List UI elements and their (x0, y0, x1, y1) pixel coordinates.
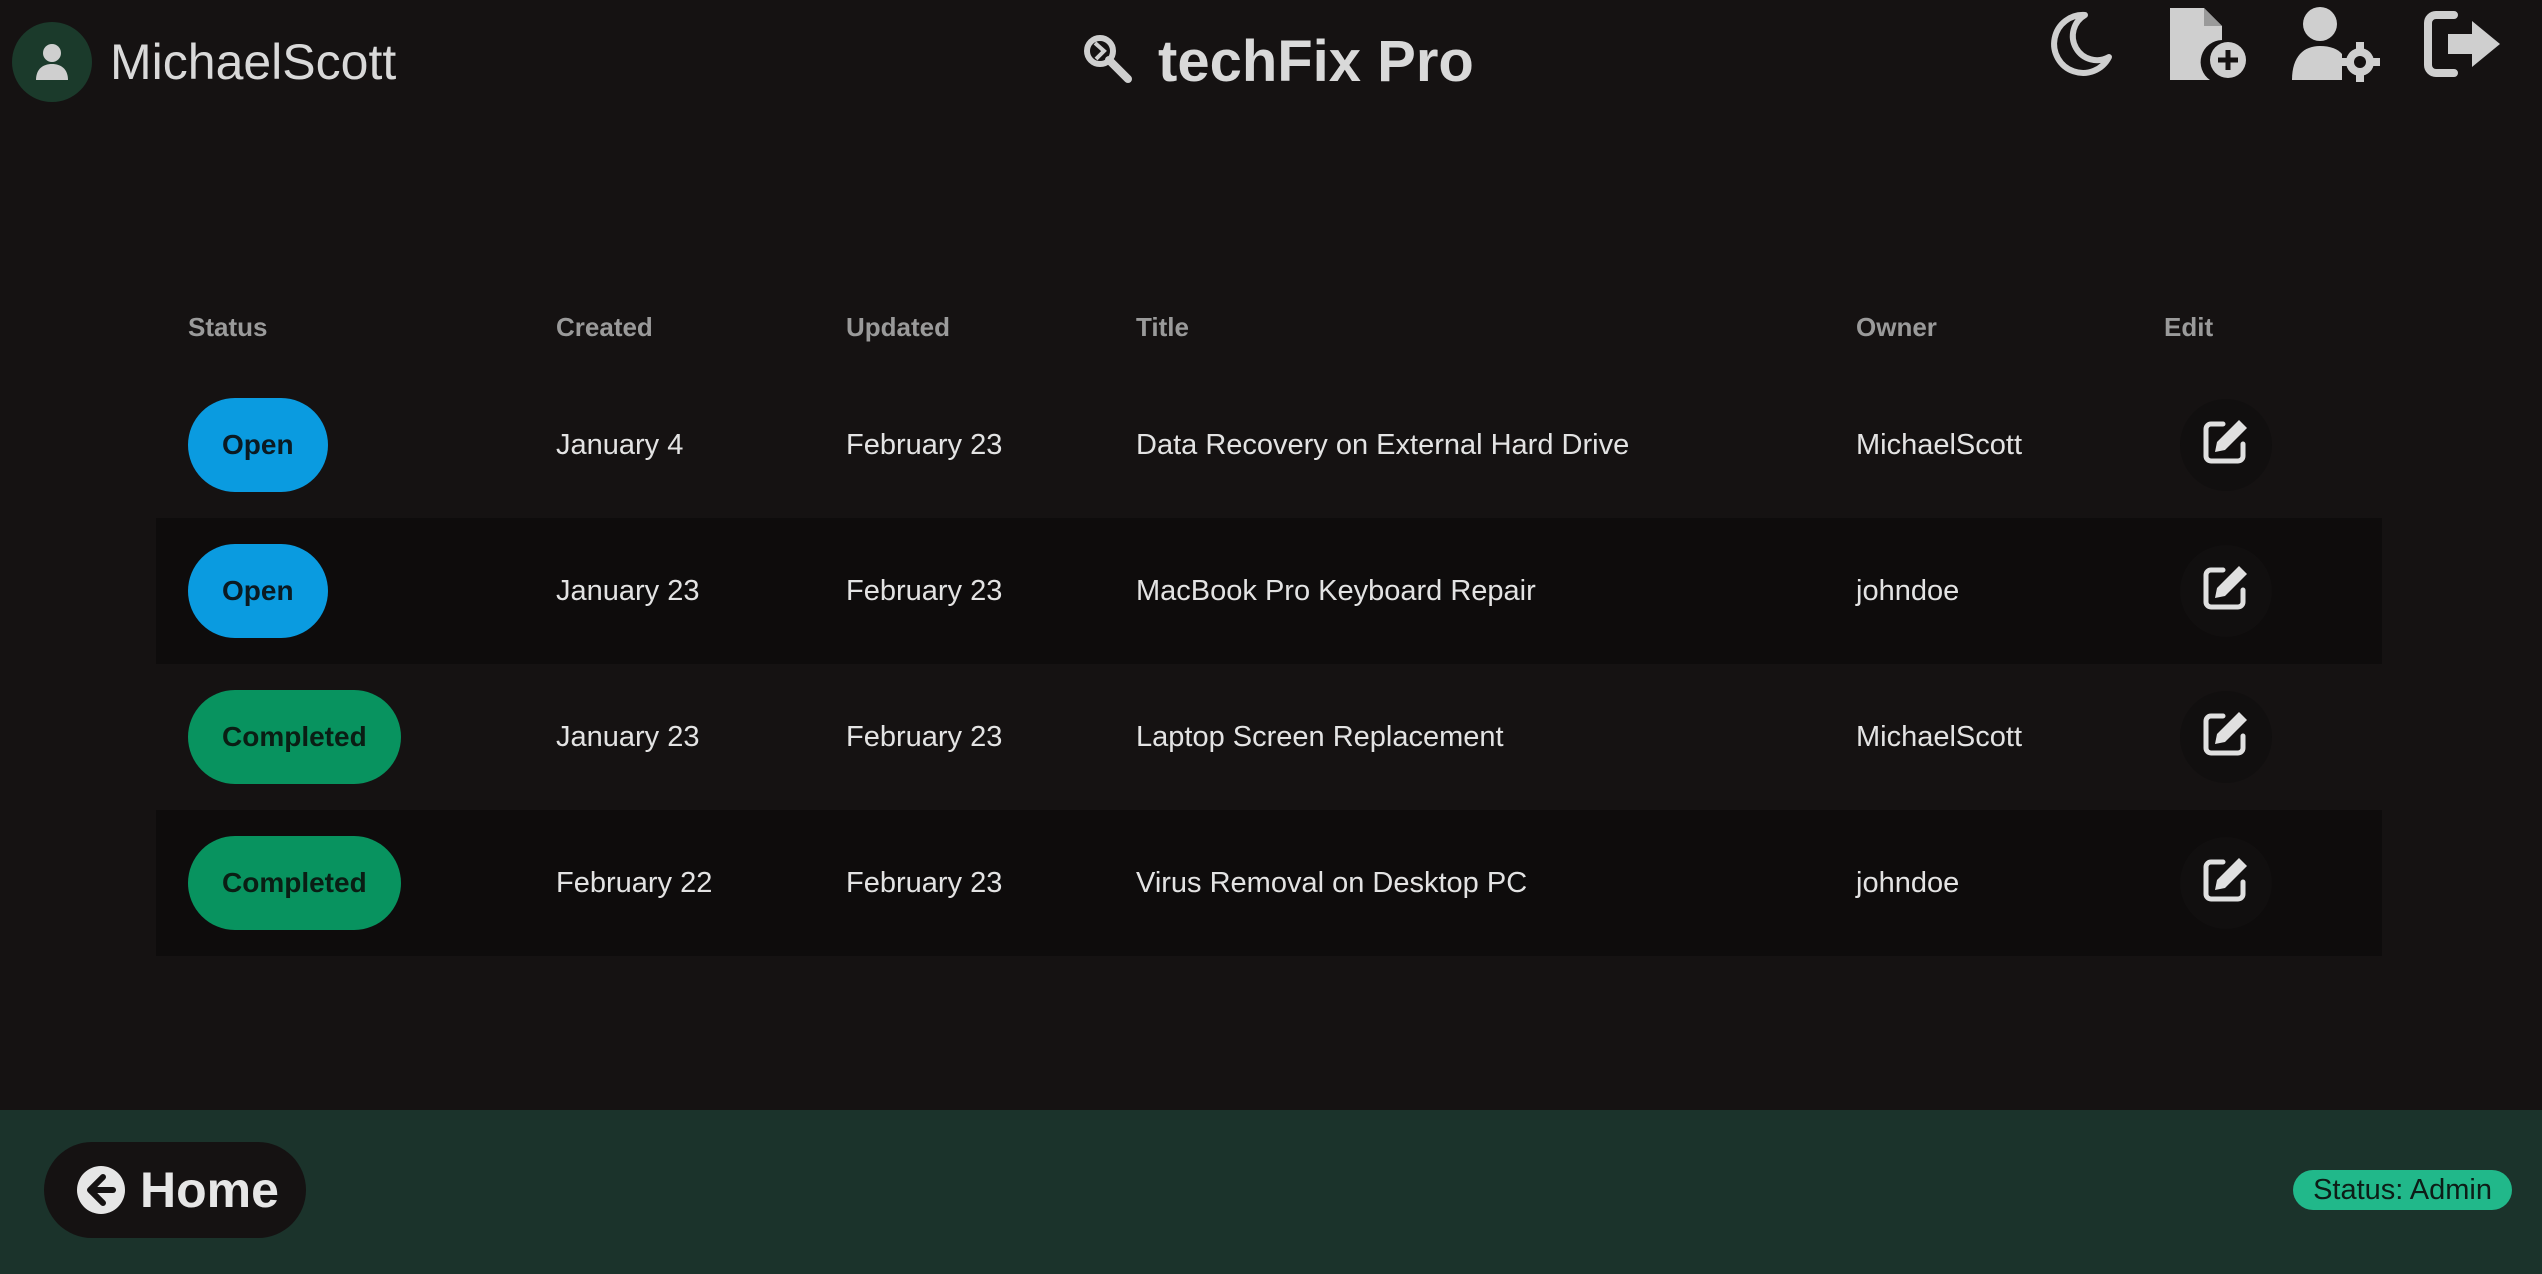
app-header: MichaelScott techFix Pro (0, 0, 2542, 128)
username-label: MichaelScott (110, 34, 397, 90)
updated-date: February 23 (846, 428, 1003, 461)
user-gear-icon (2290, 4, 2382, 89)
updated-date: February 23 (846, 866, 1003, 899)
user-management-button[interactable] (2286, 0, 2386, 92)
edit-icon (2201, 708, 2251, 766)
created-date: February 22 (556, 866, 713, 899)
edit-icon (2201, 854, 2251, 912)
column-header-updated[interactable]: Updated (846, 312, 950, 343)
created-date: January 4 (556, 428, 684, 461)
app-footer: Home Status: Admin (0, 1110, 2542, 1274)
edit-button[interactable] (2180, 837, 2272, 929)
created-date: January 23 (556, 574, 700, 607)
ticket-owner: johndoe (1856, 866, 1960, 899)
status-badge: Open (188, 398, 328, 492)
table-row[interactable]: Open January 4 February 23 Data Recovery… (156, 372, 2382, 518)
ticket-title: Data Recovery on External Hard Drive (1136, 428, 1630, 461)
brand: techFix Pro (1080, 28, 1474, 95)
new-ticket-button[interactable] (2158, 0, 2258, 92)
home-label: Home (140, 1162, 279, 1218)
edit-icon (2201, 416, 2251, 474)
column-header-owner[interactable]: Owner (1856, 312, 1937, 343)
tickets-table: Status Created Updated Title Owner Edit … (156, 296, 2382, 956)
column-header-created[interactable]: Created (556, 312, 653, 343)
column-header-title[interactable]: Title (1136, 312, 1189, 343)
table-header: Status Created Updated Title Owner Edit (156, 296, 2382, 372)
app-title: techFix Pro (1158, 29, 1474, 94)
arrow-left-circle-icon (76, 1165, 126, 1215)
ticket-owner: johndoe (1856, 574, 1960, 607)
column-header-status[interactable]: Status (188, 312, 267, 343)
user-profile[interactable]: MichaelScott (12, 22, 396, 102)
table-row[interactable]: Open January 23 February 23 MacBook Pro … (156, 518, 2382, 664)
moon-icon (2045, 9, 2115, 84)
ticket-title: Laptop Screen Replacement (1136, 720, 1504, 753)
logout-button[interactable] (2414, 0, 2514, 92)
updated-date: February 23 (846, 720, 1003, 753)
status-badge: Completed (188, 836, 401, 930)
updated-date: February 23 (846, 574, 1003, 607)
ticket-owner: MichaelScott (1856, 720, 2023, 753)
column-header-edit: Edit (2164, 312, 2214, 342)
ticket-owner: MichaelScott (1856, 428, 2023, 461)
table-row[interactable]: Completed January 23 February 23 Laptop … (156, 664, 2382, 810)
status-badge: Completed (188, 690, 401, 784)
file-plus-icon (2166, 4, 2250, 89)
edit-icon (2201, 562, 2251, 620)
created-date: January 23 (556, 720, 700, 753)
tools-icon (1080, 31, 1136, 92)
logout-icon (2424, 9, 2504, 84)
ticket-title: Virus Removal on Desktop PC (1136, 866, 1528, 899)
edit-button[interactable] (2180, 545, 2272, 637)
edit-button[interactable] (2180, 399, 2272, 491)
edit-button[interactable] (2180, 691, 2272, 783)
home-button[interactable]: Home (44, 1142, 306, 1238)
table-row[interactable]: Completed February 22 February 23 Virus … (156, 810, 2382, 956)
status-badge: Status: Admin (2293, 1170, 2512, 1210)
status-badge: Open (188, 544, 328, 638)
ticket-title: MacBook Pro Keyboard Repair (1136, 574, 1536, 607)
theme-toggle-button[interactable] (2030, 0, 2130, 92)
user-icon (12, 22, 92, 102)
